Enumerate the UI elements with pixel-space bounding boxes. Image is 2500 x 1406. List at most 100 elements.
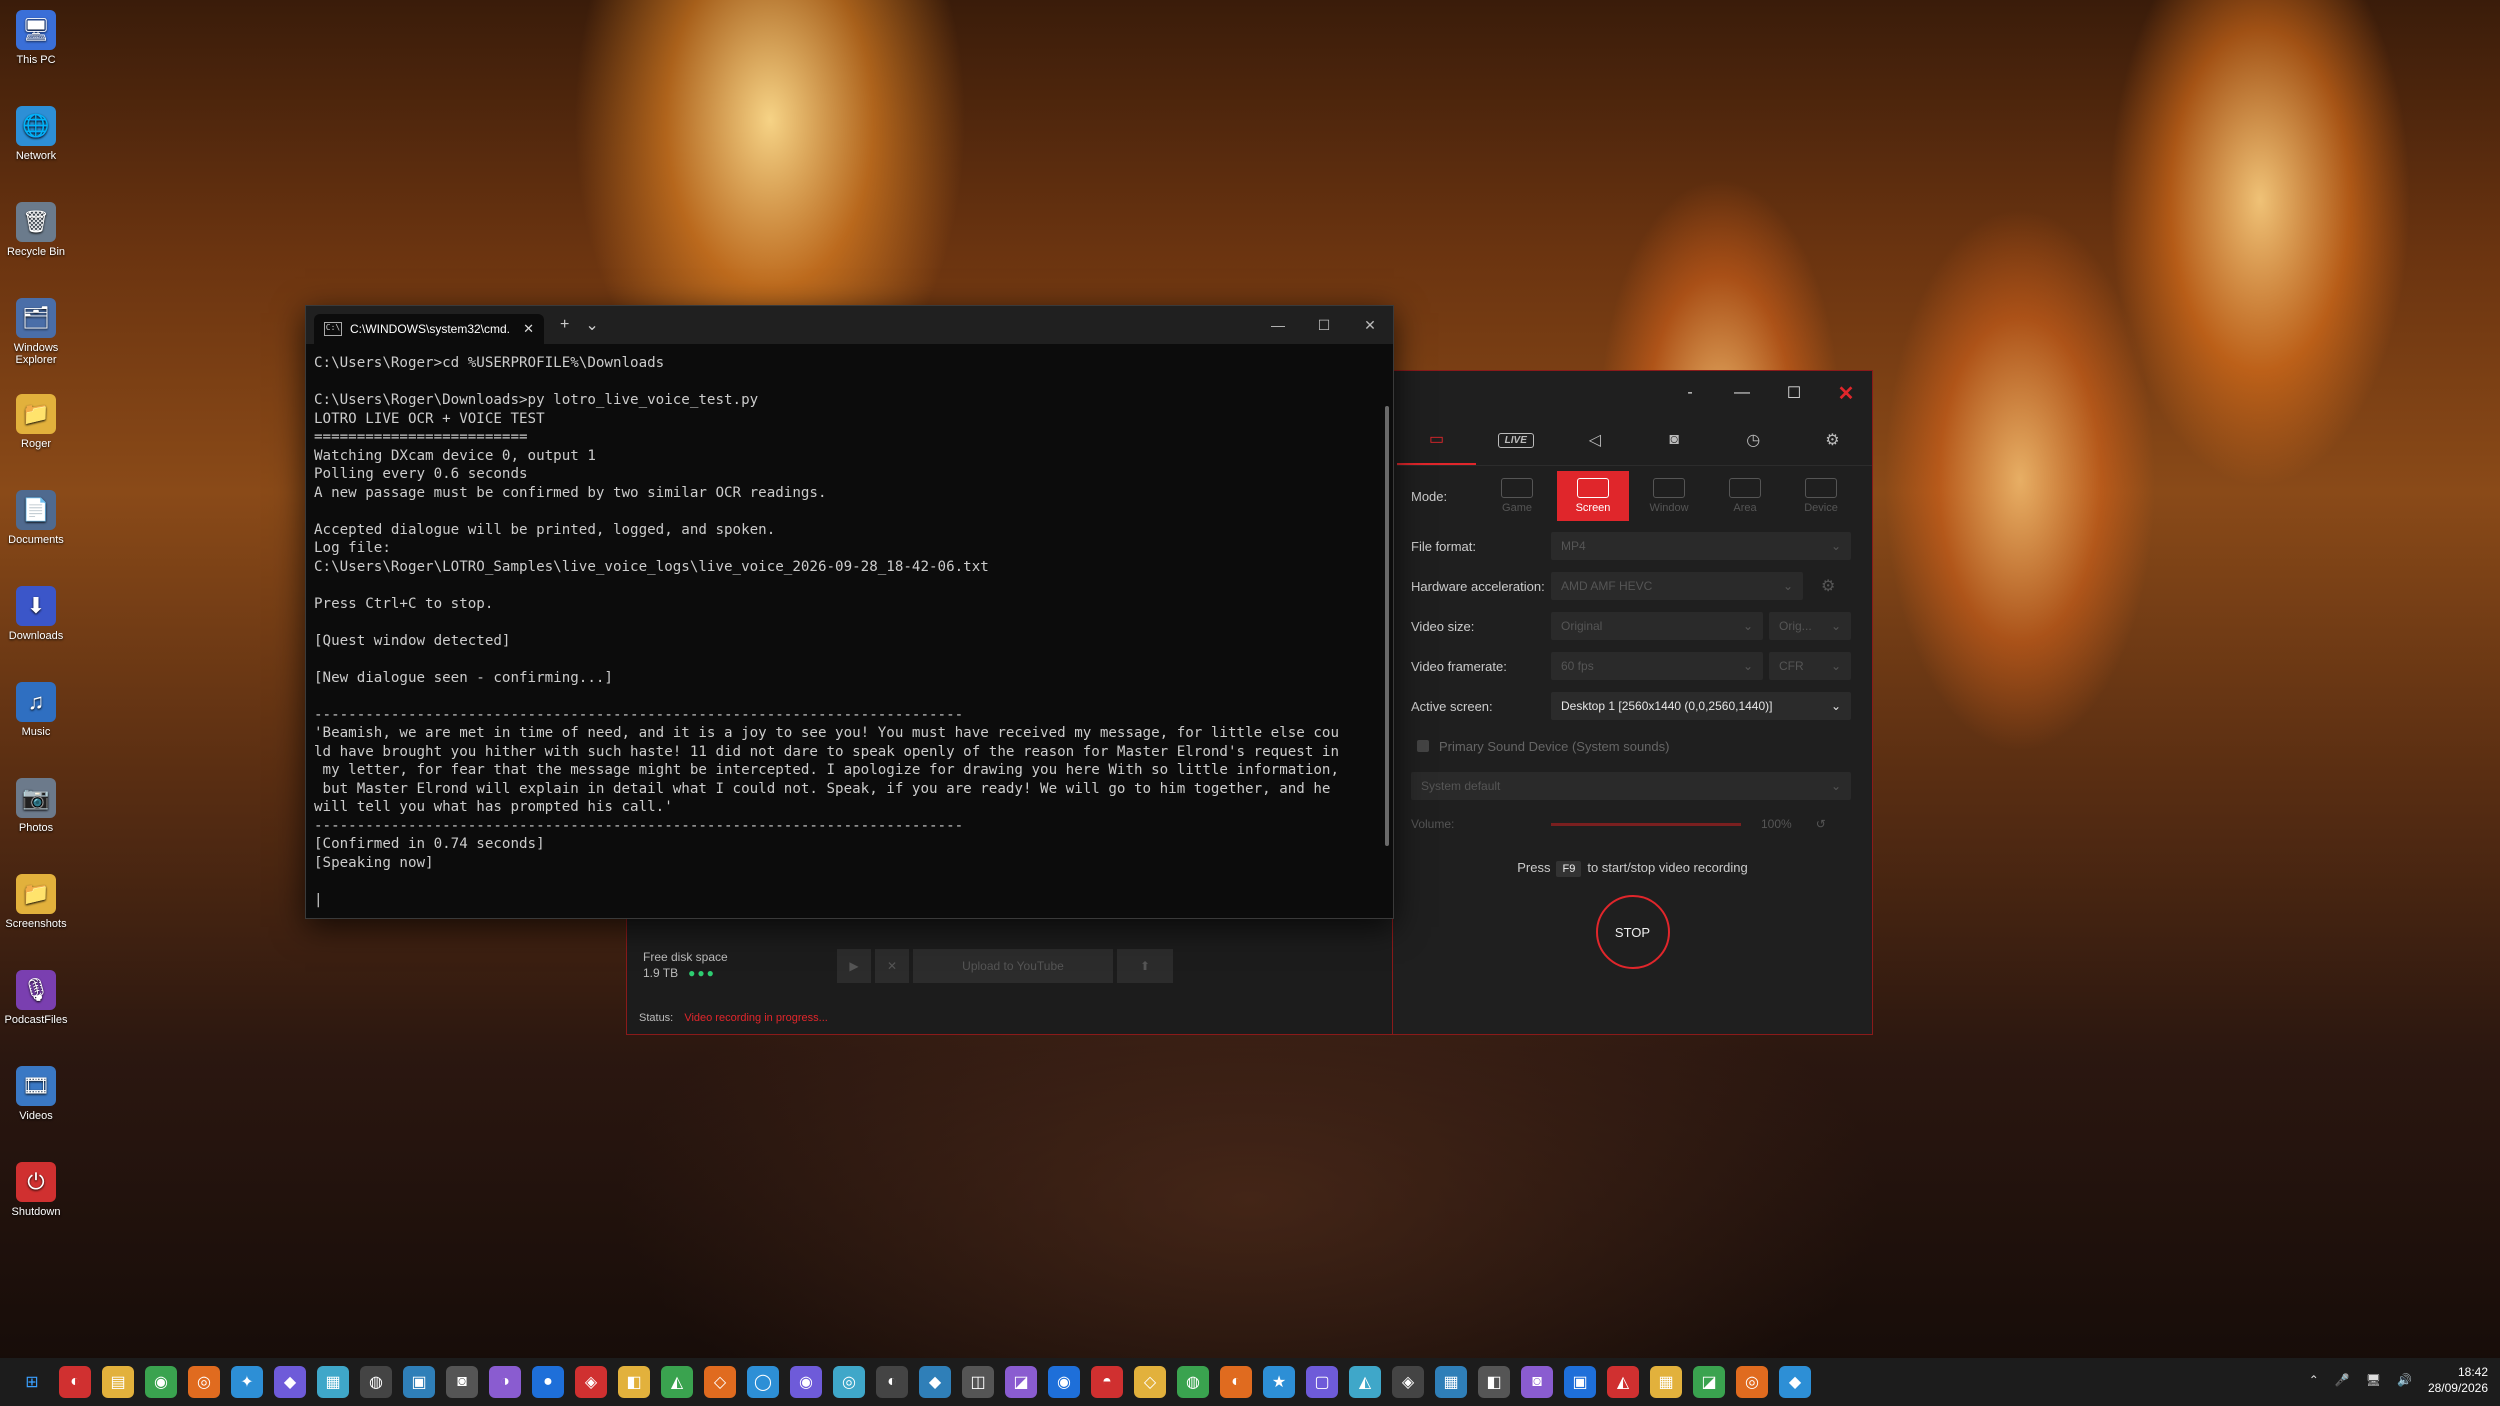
taskbar-app-15[interactable]: ◭ [661, 1366, 693, 1398]
taskbar-app-12[interactable]: ● [532, 1366, 564, 1398]
taskbar-app-23[interactable]: ◪ [1005, 1366, 1037, 1398]
terminal-maximize-button[interactable]: ☐ [1301, 306, 1347, 344]
taskbar-app-2[interactable]: ▤ [102, 1366, 134, 1398]
taskbar-app-25[interactable]: ◓ [1091, 1366, 1123, 1398]
taskbar-app-8[interactable]: ◍ [360, 1366, 392, 1398]
taskbar-app-39[interactable]: ◪ [1693, 1366, 1725, 1398]
recorder-maximize-button[interactable]: ☐ [1768, 383, 1820, 403]
reset-icon[interactable]: ↺ [1816, 817, 1826, 831]
terminal-scrollbar[interactable] [1385, 406, 1389, 846]
framerate-mode-select[interactable]: CFR ⌄ [1769, 652, 1851, 680]
taskbar-app-36[interactable]: ▣ [1564, 1366, 1596, 1398]
taskbar-app-26[interactable]: ◇ [1134, 1366, 1166, 1398]
taskbar-app-3[interactable]: ◉ [145, 1366, 177, 1398]
desktop-icon-this-pc[interactable]: 🖥 This PC [4, 10, 68, 66]
taskbar-app-11[interactable]: ◑ [489, 1366, 521, 1398]
taskbar-app-24[interactable]: ◉ [1048, 1366, 1080, 1398]
taskbar-app-7[interactable]: ▦ [317, 1366, 349, 1398]
tab-video[interactable]: ▭ [1397, 415, 1477, 465]
tab-close-icon[interactable]: ✕ [523, 321, 534, 337]
taskbar-app-37[interactable]: ◭ [1607, 1366, 1639, 1398]
play-button[interactable]: ▶ [837, 949, 871, 983]
taskbar-app-10[interactable]: ◙ [446, 1366, 478, 1398]
taskbar-app-35[interactable]: ◙ [1521, 1366, 1553, 1398]
taskbar-app-30[interactable]: ▢ [1306, 1366, 1338, 1398]
mode-screen-button[interactable]: Screen [1557, 471, 1629, 521]
tray-overflow-icon[interactable]: ⌃ [2309, 1373, 2319, 1387]
taskbar-app-27[interactable]: ◍ [1177, 1366, 1209, 1398]
active-screen-select[interactable]: Desktop 1 [2560x1440 (0,0,2560,1440)] ⌄ [1551, 692, 1851, 720]
taskbar-app-33[interactable]: ▦ [1435, 1366, 1467, 1398]
tab-live[interactable]: LIVE [1476, 415, 1555, 465]
tab-audio[interactable]: ◁ [1555, 415, 1634, 465]
terminal-close-button[interactable]: ✕ [1347, 306, 1393, 344]
mode-window-button[interactable]: Window [1633, 471, 1705, 521]
taskbar-app-31[interactable]: ◭ [1349, 1366, 1381, 1398]
mode-area-button[interactable]: Area [1709, 471, 1781, 521]
microphone-icon[interactable]: 🎤 [2335, 1373, 2350, 1387]
new-tab-button[interactable]: + [560, 316, 569, 334]
taskbar-app-28[interactable]: ◐ [1220, 1366, 1252, 1398]
taskbar-app-1[interactable]: ◐ [59, 1366, 91, 1398]
terminal-output[interactable]: C:\Users\Roger>cd %USERPROFILE%\Download… [306, 344, 1393, 918]
taskbar-app-13[interactable]: ◈ [575, 1366, 607, 1398]
taskbar-app-14[interactable]: ◧ [618, 1366, 650, 1398]
gear-icon[interactable]: ⚙ [1821, 576, 1835, 596]
desktop-icon-photos[interactable]: 📷 Photos [4, 778, 68, 834]
desktop-icon-documents[interactable]: 📄 Documents [4, 490, 68, 546]
desktop-icon-network[interactable]: 🌐 Network [4, 106, 68, 162]
taskbar-app-5[interactable]: ✦ [231, 1366, 263, 1398]
taskbar-app-22[interactable]: ◫ [962, 1366, 994, 1398]
desktop-icon-videos[interactable]: 🎞 Videos [4, 1066, 68, 1122]
taskbar-app-32[interactable]: ◈ [1392, 1366, 1424, 1398]
clock[interactable]: 18:42 28/09/2026 [2428, 1364, 2488, 1396]
desktop-icon-screenshots[interactable]: 📁 Screenshots [4, 874, 68, 930]
taskbar-app-41[interactable]: ◆ [1779, 1366, 1811, 1398]
video-size-select[interactable]: Original ⌄ [1551, 612, 1763, 640]
stop-button[interactable]: STOP [1595, 895, 1670, 969]
speaker-icon[interactable]: 🔊 [2397, 1373, 2412, 1387]
taskbar-app-9[interactable]: ▣ [403, 1366, 435, 1398]
file-format-select[interactable]: MP4 ⌄ [1551, 532, 1851, 560]
mode-device-button[interactable]: Device [1785, 471, 1857, 521]
tab-settings[interactable]: ⚙ [1793, 415, 1872, 465]
framerate-select[interactable]: 60 fps ⌄ [1551, 652, 1763, 680]
terminal-tab[interactable]: C:\ C:\WINDOWS\system32\cmd. ✕ [314, 314, 544, 344]
taskbar-app-19[interactable]: ◎ [833, 1366, 865, 1398]
tab-timer[interactable]: ◷ [1714, 415, 1793, 465]
taskbar-app-40[interactable]: ◎ [1736, 1366, 1768, 1398]
tab-dropdown-button[interactable]: ⌄ [585, 315, 598, 335]
delete-button[interactable]: ✕ [875, 949, 909, 983]
taskbar-app-29[interactable]: ★ [1263, 1366, 1295, 1398]
taskbar-app-4[interactable]: ◎ [188, 1366, 220, 1398]
desktop-icon-recycle-bin[interactable]: 🗑 Recycle Bin [4, 202, 68, 258]
display-icon[interactable]: 🖥 [2366, 1373, 2381, 1387]
hw-accel-select[interactable]: AMD AMF HEVC ⌄ [1551, 572, 1803, 600]
desktop-icon-podcastfiles[interactable]: 🎙 PodcastFiles [4, 970, 68, 1026]
taskbar-app-17[interactable]: ◯ [747, 1366, 779, 1398]
recorder-minimize-button[interactable]: — [1716, 384, 1768, 402]
taskbar-app-6[interactable]: ◆ [274, 1366, 306, 1398]
volume-slider[interactable] [1551, 822, 1741, 826]
desktop-icon-music[interactable]: ♫ Music [4, 682, 68, 738]
sound-device-checkbox[interactable] [1417, 740, 1429, 752]
sound-device-select[interactable]: System default ⌄ [1411, 772, 1851, 800]
mode-game-button[interactable]: Game [1481, 471, 1553, 521]
taskbar-app-18[interactable]: ◉ [790, 1366, 822, 1398]
start-button[interactable]: ⊞ [16, 1366, 48, 1398]
desktop-icon-windows-explorer[interactable]: 🗂 Windows Explorer [4, 298, 68, 366]
taskbar-app-38[interactable]: ▦ [1650, 1366, 1682, 1398]
desktop-icon-shutdown[interactable]: ⏻ Shutdown [4, 1162, 68, 1218]
desktop-icon-downloads[interactable]: ⬇ Downloads [4, 586, 68, 642]
recorder-menu-dash[interactable]: - [1664, 384, 1716, 402]
video-size-select-2[interactable]: Orig... ⌄ [1769, 612, 1851, 640]
upload-icon[interactable]: ⬆ [1117, 949, 1173, 983]
tab-screenshot[interactable]: ◙ [1635, 415, 1714, 465]
upload-youtube-button[interactable]: Upload to YouTube [913, 949, 1113, 983]
terminal-minimize-button[interactable]: — [1255, 306, 1301, 344]
taskbar-app-21[interactable]: ◆ [919, 1366, 951, 1398]
taskbar-app-20[interactable]: ◐ [876, 1366, 908, 1398]
taskbar-app-34[interactable]: ◧ [1478, 1366, 1510, 1398]
recorder-close-button[interactable]: ✕ [1820, 381, 1872, 406]
desktop-icon-roger[interactable]: 📁 Roger [4, 394, 68, 450]
